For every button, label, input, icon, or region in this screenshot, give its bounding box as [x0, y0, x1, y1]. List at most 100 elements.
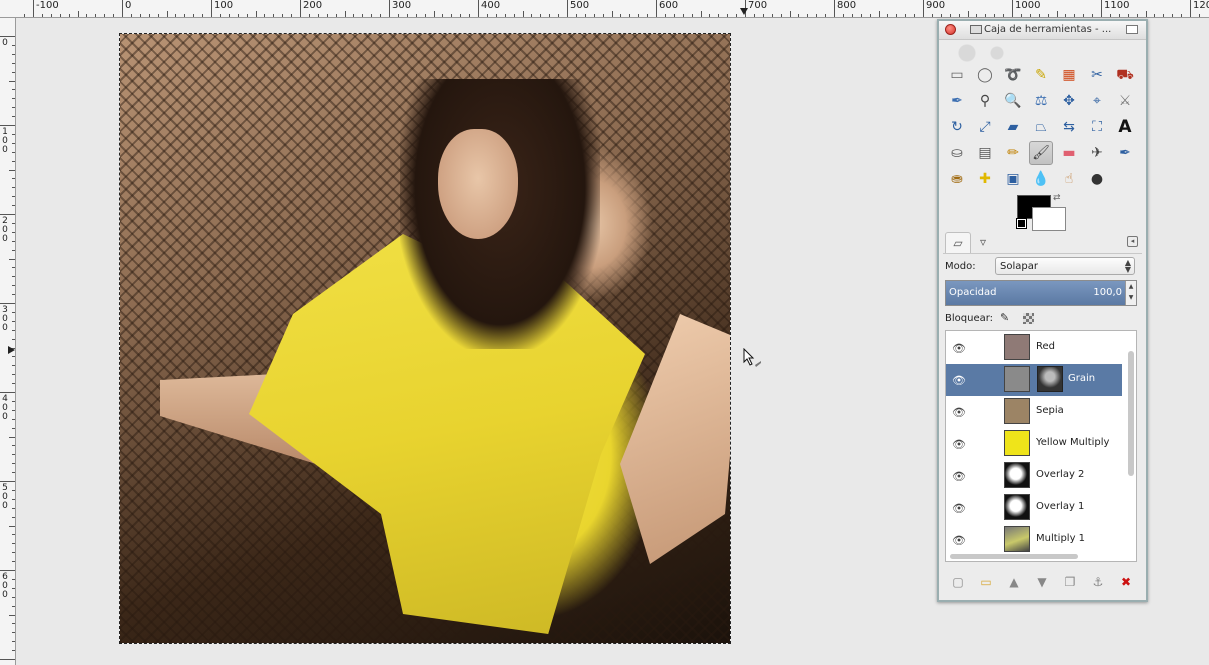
- lock-pixels-icon[interactable]: ✎: [1000, 311, 1009, 324]
- ruler-tick: [371, 14, 373, 17]
- eye-icon[interactable]: 👁: [952, 438, 966, 451]
- toolbox-titlebar[interactable]: Caja de herramientas - ...: [939, 21, 1146, 40]
- heal-icon[interactable]: ✚: [973, 167, 997, 191]
- layers-list[interactable]: 👁 Multiply 1 👁 Overlay 1 👁 Overlay 2 👁 Yellow M…: [945, 330, 1137, 562]
- mode-select[interactable]: Solapar ▲ ▼: [995, 257, 1135, 275]
- ruler-tick: [264, 14, 266, 17]
- close-icon[interactable]: [945, 24, 956, 35]
- ruler-tick: [1056, 11, 1058, 17]
- default-colors-icon[interactable]: [1016, 218, 1027, 229]
- vertical-ruler[interactable]: 0 100 200 300 400 500 600: [0, 18, 16, 665]
- ruler-label: 200: [2, 216, 8, 244]
- ruler-tick: [219, 14, 221, 17]
- rotate-icon[interactable]: ↻: [945, 115, 969, 139]
- background-color-swatch[interactable]: [1032, 207, 1066, 231]
- maximize-icon[interactable]: [1126, 25, 1138, 34]
- ruler-label: 900: [926, 0, 946, 11]
- opacity-slider[interactable]: Opacidad 100,0 ▲ ▼: [945, 280, 1137, 306]
- scale-icon[interactable]: ⤢: [973, 115, 997, 139]
- crop-icon[interactable]: ⚔: [1113, 89, 1137, 113]
- color-picker-icon[interactable]: ⚲: [973, 89, 997, 113]
- eye-icon[interactable]: 👁: [952, 470, 966, 483]
- ruler-tick: [469, 14, 471, 17]
- layer-row[interactable]: 👁 Red: [946, 332, 1122, 364]
- clone-icon[interactable]: ⛂: [945, 167, 969, 191]
- ruler-label: -100: [36, 0, 59, 11]
- layer-row[interactable]: 👁 Overlay 2: [946, 460, 1122, 492]
- layer-name: Yellow Multiply: [1036, 437, 1110, 448]
- cage-icon[interactable]: ⛶: [1085, 115, 1109, 139]
- ruler-tick: [433, 11, 435, 17]
- ruler-tick: [486, 14, 488, 17]
- foreground-select-icon[interactable]: ⛟: [1113, 63, 1137, 87]
- dodge-burn-icon[interactable]: ●: [1085, 167, 1109, 191]
- tab-menu-icon[interactable]: ◂: [1127, 236, 1138, 247]
- new-layer-icon[interactable]: ▢: [949, 573, 967, 591]
- align-icon[interactable]: ⌖: [1085, 89, 1109, 113]
- rect-select-icon[interactable]: ▭: [945, 63, 969, 87]
- photo-face-region: [438, 129, 518, 239]
- ruler-tick: [664, 14, 666, 17]
- ruler-tick: [976, 14, 978, 17]
- ink-icon[interactable]: ✒: [1113, 141, 1137, 165]
- anchor-layer-icon[interactable]: ⚓: [1089, 573, 1107, 591]
- select-by-color-icon[interactable]: ▦: [1057, 63, 1081, 87]
- eye-icon[interactable]: 👁: [952, 342, 966, 355]
- smudge-icon[interactable]: ☝: [1057, 167, 1081, 191]
- flip-icon[interactable]: ⇆: [1057, 115, 1081, 139]
- eye-icon[interactable]: 👁: [952, 502, 966, 515]
- paths-icon[interactable]: ✒: [945, 89, 969, 113]
- raise-layer-icon[interactable]: ▲: [1005, 573, 1023, 591]
- new-group-icon[interactable]: ▭: [977, 573, 995, 591]
- eye-icon[interactable]: 👁: [952, 406, 966, 419]
- eraser-icon[interactable]: ▬: [1057, 141, 1081, 165]
- paintbrush-icon[interactable]: 🖌: [1029, 141, 1053, 165]
- layer-row[interactable]: 👁 Overlay 1: [946, 492, 1122, 524]
- free-select-icon[interactable]: ➰: [1001, 63, 1025, 87]
- ruler-tick: [12, 196, 15, 198]
- toolbox-window[interactable]: Caja de herramientas - ... ▭ ◯ ➰ ✎ ▦ ✂ ⛟ ✒ ⚲ 🔍 ⚖ ✥ ⌖…: [937, 19, 1148, 602]
- ruler-tick: [175, 14, 177, 17]
- move-icon[interactable]: ✥: [1057, 89, 1081, 113]
- horizontal-ruler[interactable]: -100 0 100 200 300 400 500 600 700 800 900 1000 1100…: [0, 0, 1209, 18]
- lower-layer-icon[interactable]: ▼: [1033, 573, 1051, 591]
- blur-icon[interactable]: 💧: [1029, 167, 1053, 191]
- layer-row[interactable]: 👁 Grain: [946, 364, 1122, 396]
- fuzzy-select-icon[interactable]: ✎: [1029, 63, 1053, 87]
- image-canvas[interactable]: [119, 33, 731, 644]
- eye-icon[interactable]: 👁: [952, 374, 966, 387]
- ruler-tick: [148, 14, 150, 17]
- ruler-tick: [12, 44, 15, 46]
- layer-row[interactable]: 👁 Sepia: [946, 396, 1122, 428]
- bucket-fill-icon[interactable]: ⛀: [945, 141, 969, 165]
- perspective-icon[interactable]: ⏢: [1029, 115, 1053, 139]
- ruler-tick: [12, 62, 15, 64]
- blend-icon[interactable]: ▤: [973, 141, 997, 165]
- zoom-icon[interactable]: 🔍: [1001, 89, 1025, 113]
- pencil-icon[interactable]: ✏: [1001, 141, 1025, 165]
- layers-vertical-scrollbar[interactable]: [1128, 351, 1134, 476]
- ruler-tick: [629, 14, 631, 17]
- scissors-select-icon[interactable]: ✂: [1085, 63, 1109, 87]
- layer-row[interactable]: 👁 Multiply 1: [946, 524, 1122, 556]
- text-icon[interactable]: A: [1113, 115, 1137, 139]
- layers-tab[interactable]: ▱: [945, 232, 971, 253]
- layers-horizontal-scrollbar[interactable]: [950, 554, 1078, 559]
- tool-options-tab[interactable]: ▿: [971, 232, 995, 252]
- perspective-clone-icon[interactable]: ▣: [1001, 167, 1025, 191]
- layer-row[interactable]: 👁 Yellow Multiply: [946, 428, 1122, 460]
- ellipse-select-icon[interactable]: ◯: [973, 63, 997, 87]
- lock-alpha-icon[interactable]: [1023, 313, 1034, 324]
- ruler-pointer-icon: [740, 8, 748, 15]
- airbrush-icon[interactable]: ✈: [1085, 141, 1109, 165]
- shear-icon[interactable]: ▰: [1001, 115, 1025, 139]
- eye-icon[interactable]: 👁: [952, 534, 966, 547]
- swap-colors-icon[interactable]: ⇄: [1053, 193, 1061, 203]
- delete-layer-icon[interactable]: ✖: [1117, 573, 1135, 591]
- layer-mask-thumbnail[interactable]: [1037, 366, 1063, 392]
- opacity-spin-button[interactable]: ▲ ▼: [1125, 281, 1136, 305]
- ruler-tick: [0, 570, 15, 571]
- ruler-tick: [326, 14, 328, 17]
- measure-icon[interactable]: ⚖: [1029, 89, 1053, 113]
- duplicate-layer-icon[interactable]: ❐: [1061, 573, 1079, 591]
